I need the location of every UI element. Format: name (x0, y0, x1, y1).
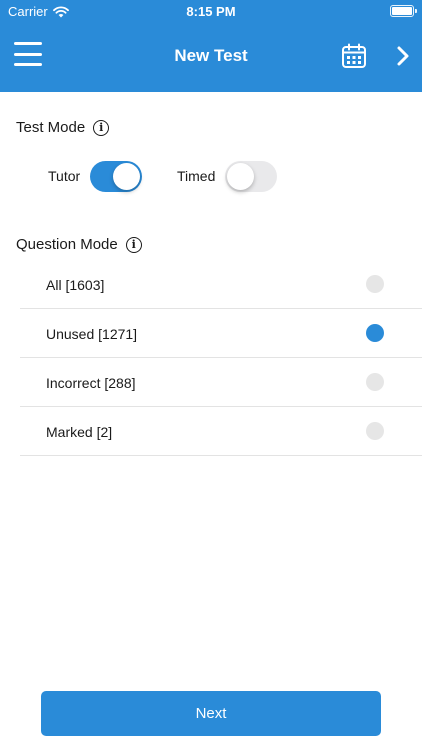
radio-button[interactable] (366, 422, 384, 440)
status-bar: Carrier 8:15 PM (0, 0, 422, 22)
radio-button[interactable] (366, 373, 384, 391)
status-time: 8:15 PM (186, 4, 236, 19)
list-item-marked[interactable]: Marked [2] (20, 407, 422, 456)
timed-toggle-row: Timed (177, 160, 278, 192)
timed-switch[interactable] (225, 160, 278, 192)
list-item-incorrect[interactable]: Incorrect [288] (20, 358, 422, 407)
info-icon[interactable]: i (125, 236, 142, 253)
header-bar: Carrier 8:15 PM New Test (0, 0, 422, 92)
question-mode-label: Question Mode (16, 236, 118, 253)
list-item-label: Incorrect [288] (46, 375, 136, 391)
next-button[interactable]: Next (41, 691, 381, 736)
tutor-switch[interactable] (90, 160, 143, 192)
question-mode-list: All [1603] Unused [1271] Incorrect [288]… (20, 260, 422, 456)
battery-icon (390, 5, 417, 17)
question-mode-heading: Question Mode i (16, 236, 142, 253)
list-item-all[interactable]: All [1603] (20, 260, 422, 309)
list-item-unused[interactable]: Unused [1271] (20, 309, 422, 358)
list-item-label: All [1603] (46, 277, 105, 293)
radio-button[interactable] (366, 275, 384, 293)
calendar-icon[interactable] (340, 42, 368, 70)
navigation-bar: New Test (0, 22, 422, 92)
list-item-label: Marked [2] (46, 424, 113, 440)
timed-label: Timed (177, 168, 216, 184)
tutor-toggle-row: Tutor (48, 160, 143, 192)
test-mode-heading: Test Mode i (16, 119, 110, 136)
tutor-label: Tutor (48, 168, 81, 184)
info-icon[interactable]: i (93, 119, 110, 136)
radio-button-selected[interactable] (366, 324, 384, 342)
list-item-label: Unused [1271] (46, 326, 138, 342)
test-mode-label: Test Mode (16, 119, 86, 136)
chevron-right-icon[interactable] (394, 44, 412, 68)
